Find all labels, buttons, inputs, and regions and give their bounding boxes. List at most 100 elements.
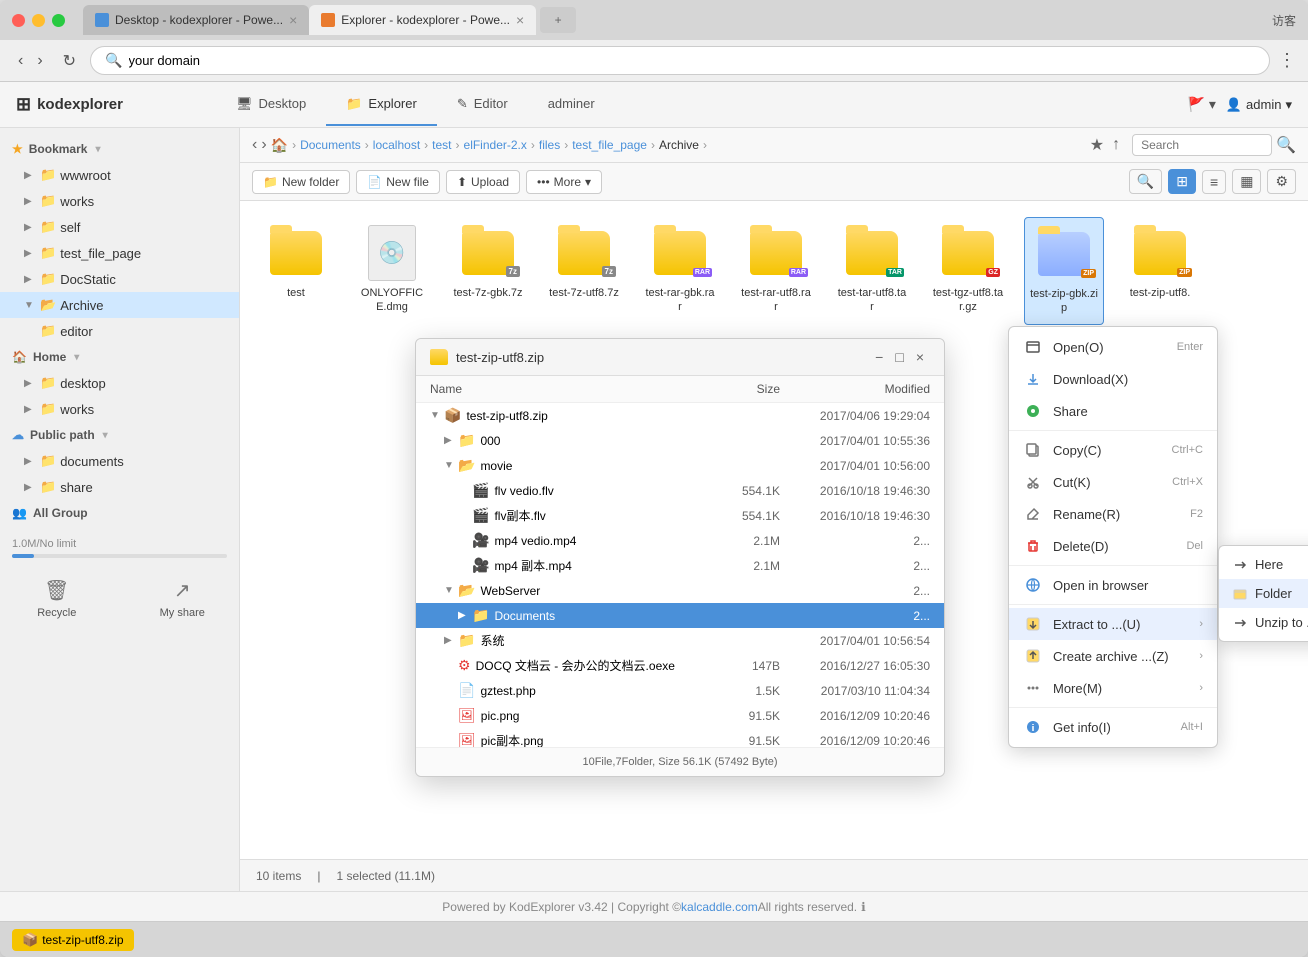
sidebar-item-archive[interactable]: ▼ 📂 Archive [0, 292, 239, 318]
file-item-7z-utf8[interactable]: 7z test-7z-utf8.7z [544, 217, 624, 325]
file-item-onlyoffice[interactable]: 💿 ONLYOFFICE.dmg [352, 217, 432, 325]
ctx-more[interactable]: More(M) › [1009, 672, 1217, 704]
ctx-download[interactable]: Download(X) [1009, 363, 1217, 395]
ctx-share[interactable]: Share [1009, 395, 1217, 427]
file-item-tgz[interactable]: GZ test-tgz-utf8.tar.gz [928, 217, 1008, 325]
zip-row-pic-copy[interactable]: ▶ 🖼 pic副本.png 91.5K 2016/12/09 10:20:46 [416, 728, 944, 747]
sidebar-item-share[interactable]: ▶ 📁 share [0, 474, 239, 500]
file-item-7z-gbk[interactable]: 7z test-7z-gbk.7z [448, 217, 528, 325]
settings-view-button[interactable]: ⚙ [1267, 169, 1296, 194]
nav-more-icon[interactable]: ⋮ [1278, 50, 1296, 71]
tab-close-2[interactable]: × [516, 12, 524, 28]
zip-row-flv2[interactable]: ▶ 🎬 flv副本.flv 554.1K 2016/10/18 19:46:30 [416, 503, 944, 528]
my-share-button[interactable]: ↗ My share [126, 578, 240, 619]
sidebar-section-bookmark[interactable]: ★ Bookmark ▾ [0, 136, 239, 162]
expand-icon[interactable]: ▶ [444, 635, 458, 646]
sidebar-section-all-group[interactable]: 👥 All Group [0, 500, 239, 526]
search-toolbar-button[interactable]: 🔍 [1129, 169, 1162, 194]
zip-row-root[interactable]: ▼ 📦 test-zip-utf8.zip 2017/04/06 19:29:0… [416, 403, 944, 428]
forward-button[interactable]: › [31, 48, 48, 74]
search-input[interactable] [1132, 134, 1272, 156]
home-breadcrumb-icon[interactable]: 🏠 [271, 137, 288, 154]
ctx-open[interactable]: Open(O) Enter [1009, 331, 1217, 363]
tab-close-1[interactable]: × [289, 12, 297, 28]
compact-view-button[interactable]: ▦ [1232, 169, 1261, 194]
ctx-copy[interactable]: Copy(C) Ctrl+C [1009, 434, 1217, 466]
sidebar-item-home-works[interactable]: ▶ 📁 works [0, 396, 239, 422]
expand-icon[interactable]: ▼ [430, 410, 444, 421]
expand-icon[interactable]: ▼ [444, 585, 458, 596]
breadcrumb-forward[interactable]: › [261, 136, 266, 154]
file-item-test[interactable]: test [256, 217, 336, 325]
new-tab-button[interactable]: + [540, 7, 576, 33]
zip-row-movie[interactable]: ▼ 📂 movie 2017/04/01 10:56:00 [416, 453, 944, 478]
file-item-tar[interactable]: TAR test-tar-utf8.tar [832, 217, 912, 325]
sidebar-item-docstatic[interactable]: ▶ 📁 DocStatic [0, 266, 239, 292]
browser-tab-2[interactable]: Explorer - kodexplorer - Powe... × [309, 5, 536, 35]
upload-button[interactable]: ⬆ Upload [446, 170, 520, 194]
breadcrumb-test[interactable]: test [432, 138, 451, 152]
tab-adminer[interactable]: adminer [528, 84, 615, 126]
footer-link[interactable]: kalcaddle.com [681, 900, 758, 914]
zip-row-xitong[interactable]: ▶ 📁 系统 2017/04/01 10:56:54 [416, 628, 944, 653]
search-button[interactable]: 🔍 [1276, 135, 1296, 155]
file-item-rar-utf8[interactable]: RAR test-rar-utf8.rar [736, 217, 816, 325]
browser-tab-1[interactable]: Desktop - kodexplorer - Powe... × [83, 5, 309, 35]
sidebar-item-wwwroot[interactable]: ▶ 📁 wwwroot [0, 162, 239, 188]
sidebar-item-test-file-page[interactable]: ▶ 📁 test_file_page [0, 240, 239, 266]
breadcrumb-files[interactable]: files [539, 138, 560, 152]
minimize-button[interactable] [32, 14, 45, 27]
flag-button[interactable]: 🚩 ▾ [1188, 96, 1216, 113]
breadcrumb-localhost[interactable]: localhost [373, 138, 420, 152]
file-item-zip-utf8[interactable]: ZIP test-zip-utf8. [1120, 217, 1200, 325]
bookmark-star-button[interactable]: ★ [1090, 135, 1104, 155]
maximize-button[interactable] [52, 14, 65, 27]
taskbar-item[interactable]: 📦 test-zip-utf8.zip [12, 929, 134, 951]
tab-editor[interactable]: ✎ Editor [437, 84, 528, 126]
zip-row-mp4-2[interactable]: ▶ 🎥 mp4 副本.mp4 2.1M 2... [416, 553, 944, 578]
tab-explorer[interactable]: 📁 Explorer [326, 84, 437, 126]
zip-dialog-minimize[interactable]: − [869, 347, 889, 367]
expand-icon[interactable]: ▶ [458, 610, 472, 621]
submenu-here[interactable]: Here [1219, 550, 1308, 579]
sidebar-section-home[interactable]: 🏠 Home ▾ [0, 344, 239, 370]
tab-desktop[interactable]: 🖥 Desktop [216, 84, 326, 126]
zip-row-php[interactable]: ▶ 📄 gztest.php 1.5K 2017/03/10 11:04:34 [416, 678, 944, 703]
ctx-delete[interactable]: Delete(D) Del [1009, 530, 1217, 562]
admin-button[interactable]: 👤 admin ▾ [1226, 97, 1292, 113]
file-item-rar-gbk[interactable]: RAR test-rar-gbk.rar [640, 217, 720, 325]
zip-row-pic[interactable]: ▶ 🖼 pic.png 91.5K 2016/12/09 10:20:46 [416, 703, 944, 728]
sidebar-item-desktop[interactable]: ▶ 📁 desktop [0, 370, 239, 396]
breadcrumb-test-file-page[interactable]: test_file_page [572, 138, 647, 152]
zip-row-documents[interactable]: ▶ 📁 Documents 2... [416, 603, 944, 628]
ctx-extract[interactable]: Extract to ...(U) › [1009, 608, 1217, 640]
breadcrumb-back[interactable]: ‹ [252, 136, 257, 154]
ctx-rename[interactable]: Rename(R) F2 [1009, 498, 1217, 530]
sidebar-item-works[interactable]: ▶ 📁 works [0, 188, 239, 214]
sidebar-item-self[interactable]: ▶ 📁 self [0, 214, 239, 240]
ctx-info[interactable]: Get info(I) Alt+I [1009, 711, 1217, 743]
expand-icon[interactable]: ▼ [444, 460, 458, 471]
sidebar-item-editor[interactable]: 📁 editor [0, 318, 239, 344]
zip-dialog-maximize[interactable]: □ [889, 347, 909, 367]
list-view-button[interactable]: ≡ [1202, 170, 1226, 194]
more-button[interactable]: ••• More ▾ [526, 170, 602, 194]
zip-dialog-close[interactable]: × [910, 347, 930, 367]
recycle-button[interactable]: 🗑 Recycle [0, 578, 114, 619]
ctx-open-browser[interactable]: Open in browser [1009, 569, 1217, 601]
submenu-unzip-to[interactable]: Unzip to ... [1219, 608, 1308, 637]
zip-row-mp4-1[interactable]: ▶ 🎥 mp4 vedio.mp4 2.1M 2... [416, 528, 944, 553]
new-folder-button[interactable]: 📁 New folder [252, 170, 350, 194]
grid-view-button[interactable]: ⊞ [1168, 169, 1196, 194]
sidebar-section-public[interactable]: ☁ Public path ▾ [0, 422, 239, 448]
zip-row-flv1[interactable]: ▶ 🎬 flv vedio.flv 554.1K 2016/10/18 19:4… [416, 478, 944, 503]
zip-row-webserver[interactable]: ▼ 📂 WebServer 2... [416, 578, 944, 603]
file-item-zip-gbk[interactable]: ZIP test-zip-gbk.zip [1024, 217, 1104, 325]
zip-row-docq[interactable]: ▶ ⚙ DOCQ 文档云 - 会办公的文档云.oexe 147B 2016/12… [416, 653, 944, 678]
ctx-create-archive[interactable]: Create archive ...(Z) › [1009, 640, 1217, 672]
breadcrumb-elfinder[interactable]: elFinder-2.x [464, 138, 527, 152]
expand-icon[interactable]: ▶ [444, 435, 458, 446]
ctx-cut[interactable]: Cut(K) Ctrl+X [1009, 466, 1217, 498]
back-button[interactable]: ‹ [12, 48, 29, 74]
up-dir-button[interactable]: ↑ [1112, 135, 1120, 155]
